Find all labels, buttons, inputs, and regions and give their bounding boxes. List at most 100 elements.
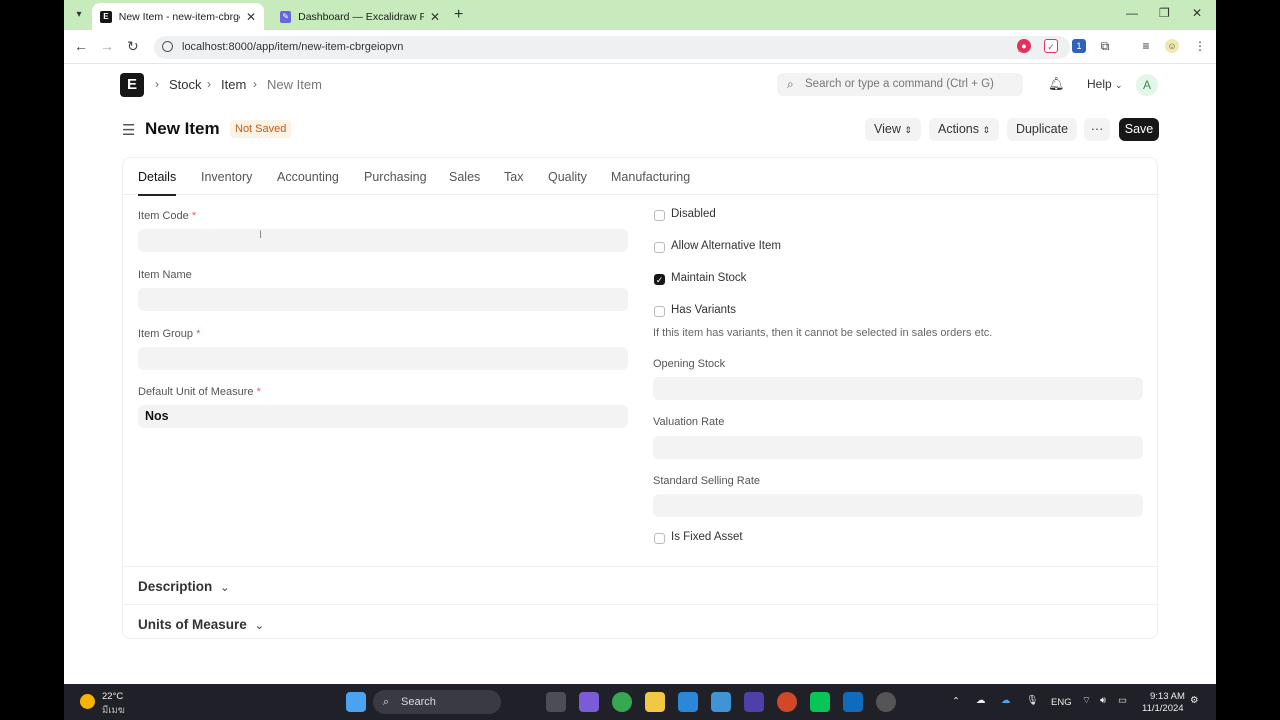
extension-badge-icon[interactable]: 1 xyxy=(1072,39,1086,53)
tab-quality[interactable]: Quality xyxy=(548,170,587,184)
cloud-icon[interactable]: ☁ xyxy=(976,695,986,706)
line-icon[interactable] xyxy=(810,692,830,712)
language-indicator[interactable]: ENG xyxy=(1051,697,1072,708)
help-dropdown[interactable]: Help ⌄ xyxy=(1087,77,1123,91)
breadcrumb-new-item[interactable]: New Item xyxy=(267,77,322,92)
required-marker: * xyxy=(196,328,201,340)
minimize-icon[interactable]: — xyxy=(1126,6,1138,20)
forward-icon[interactable]: → xyxy=(100,38,114,54)
chevron-down-icon: ⌄ xyxy=(220,582,230,594)
item-group-input[interactable] xyxy=(138,347,628,370)
chrome-icon[interactable] xyxy=(612,692,632,712)
store-icon[interactable] xyxy=(678,692,698,712)
tab-manufacturing[interactable]: Manufacturing xyxy=(611,170,690,184)
sort-icon: ⇕ xyxy=(982,125,991,135)
duplicate-button[interactable]: Duplicate xyxy=(1007,118,1077,141)
browser-tab[interactable]: ✎ Dashboard — Excalidraw Plus ✕ xyxy=(272,3,448,30)
chevron-down-icon: ⌄ xyxy=(254,620,264,632)
more-menu-button[interactable]: ··· xyxy=(1084,118,1110,141)
close-window-icon[interactable]: ✕ xyxy=(1192,6,1202,20)
breadcrumb-stock[interactable]: Stock xyxy=(169,77,202,92)
allow-alternative-item-checkbox[interactable] xyxy=(654,242,665,253)
site-info-icon[interactable] xyxy=(162,41,173,52)
close-tab-icon[interactable]: ✕ xyxy=(246,10,256,24)
maintain-stock-label: Maintain Stock xyxy=(671,272,747,284)
awesomebar-search-input[interactable]: ⌕ Search or type a command (Ctrl + G) xyxy=(777,73,1023,96)
tab-details[interactable]: Details xyxy=(138,170,177,196)
wifi-icon[interactable]: ⌔ xyxy=(1082,695,1091,706)
onedrive-icon[interactable]: ☁ xyxy=(1001,695,1011,706)
new-tab-icon[interactable]: + xyxy=(454,6,463,24)
valuation-rate-input[interactable] xyxy=(653,436,1143,459)
microphone-icon[interactable]: 🎙︎ xyxy=(1026,695,1038,706)
browser-menu-icon[interactable]: ⋮ xyxy=(1193,39,1207,53)
pocket-icon[interactable]: ✓ xyxy=(1044,39,1058,53)
volume-icon[interactable]: 🔊︎ xyxy=(1100,695,1106,706)
tab-inventory[interactable]: Inventory xyxy=(201,170,252,184)
weather-desc: มีเมฆ xyxy=(102,705,125,716)
maintain-stock-checkbox[interactable]: ✓ xyxy=(654,274,665,285)
notification-bell-icon[interactable]: 🔔︎ xyxy=(1048,76,1065,92)
extension-icon[interactable]: ● xyxy=(1017,39,1031,53)
tab-search-button[interactable]: ▾ xyxy=(70,6,88,24)
description-section[interactable]: Description ⌄ xyxy=(123,566,1159,604)
form-card: Details Inventory Accounting Purchasing … xyxy=(122,157,1159,640)
item-code-input[interactable] xyxy=(138,229,628,252)
disabled-label: Disabled xyxy=(671,208,716,220)
has-variants-checkbox[interactable] xyxy=(654,306,665,317)
extensions-puzzle-icon[interactable]: ⧉ xyxy=(1098,39,1112,53)
maximize-icon[interactable]: ❐ xyxy=(1159,6,1170,20)
tab-accounting[interactable]: Accounting xyxy=(277,170,339,184)
app-logo[interactable]: E xyxy=(120,73,144,97)
battery-icon[interactable]: ▭ xyxy=(1118,695,1127,706)
start-windows-icon[interactable] xyxy=(346,692,366,712)
item-name-input[interactable] xyxy=(138,288,628,311)
close-tab-icon[interactable]: ✕ xyxy=(430,10,440,24)
taskbar-search[interactable]: ⌕ Search xyxy=(373,690,501,714)
units-of-measure-section[interactable]: Units of Measure ⌄ xyxy=(123,604,1159,640)
media-control-icon[interactable]: ≡ xyxy=(1139,39,1153,53)
tab-tax[interactable]: Tax xyxy=(504,170,523,184)
default-uom-input[interactable]: Nos xyxy=(138,405,628,428)
item-name-label: Item Name xyxy=(138,269,192,281)
address-bar[interactable]: localhost:8000/app/item/new-item-cbrgeio… xyxy=(154,36,1070,59)
back-icon[interactable]: ← xyxy=(74,38,88,54)
task-view-icon[interactable] xyxy=(546,692,566,712)
settings-gear-icon[interactable] xyxy=(876,692,896,712)
opening-stock-input[interactable] xyxy=(653,377,1143,400)
disabled-checkbox[interactable] xyxy=(654,210,665,221)
search-placeholder: Search or type a command (Ctrl + G) xyxy=(805,78,994,90)
reload-icon[interactable]: ↻ xyxy=(127,38,139,55)
is-fixed-asset-checkbox[interactable] xyxy=(654,533,665,544)
notification-icon[interactable]: ⚙ xyxy=(1190,695,1199,706)
clock-time[interactable]: 9:13 AM xyxy=(1150,691,1185,702)
app-icon[interactable] xyxy=(711,692,731,712)
item-group-label: Item Group * xyxy=(138,328,201,340)
tab-title: New Item - new-item-cbrgeiop xyxy=(118,10,240,23)
outlook-icon[interactable] xyxy=(843,692,863,712)
copilot-icon[interactable] xyxy=(579,692,599,712)
tab-purchasing[interactable]: Purchasing xyxy=(364,170,427,184)
clock-date[interactable]: 11/1/2024 xyxy=(1142,703,1184,714)
app-sh-icon[interactable] xyxy=(744,692,764,712)
actions-button[interactable]: Actions ⇕ xyxy=(929,118,999,141)
weather-temp[interactable]: 22°C xyxy=(102,691,123,702)
view-button[interactable]: View ⇕ xyxy=(865,118,921,141)
breadcrumb-item[interactable]: Item xyxy=(221,77,246,92)
profile-icon[interactable]: ☺ xyxy=(1165,39,1179,53)
item-code-label: Item Code * xyxy=(138,210,197,222)
powerpoint-icon[interactable] xyxy=(777,692,797,712)
chevron-up-icon[interactable]: ⌃ xyxy=(952,696,960,707)
standard-selling-rate-input[interactable] xyxy=(653,494,1143,517)
save-button[interactable]: Save xyxy=(1119,118,1159,141)
file-explorer-icon[interactable] xyxy=(645,692,665,712)
search-icon: ⌕ xyxy=(787,77,794,91)
user-avatar[interactable]: A xyxy=(1136,74,1158,96)
weather-sun-icon[interactable] xyxy=(80,694,95,709)
default-uom-label: Default Unit of Measure * xyxy=(138,386,261,398)
tab-sales[interactable]: Sales xyxy=(449,170,480,184)
section-title: Units of Measure ⌄ xyxy=(138,617,264,632)
url-text: localhost:8000/app/item/new-item-cbrgeio… xyxy=(182,41,404,53)
sidebar-toggle-icon[interactable]: ☰ xyxy=(122,121,135,139)
browser-tab-active[interactable]: E New Item - new-item-cbrgeiop ✕ xyxy=(92,3,264,30)
